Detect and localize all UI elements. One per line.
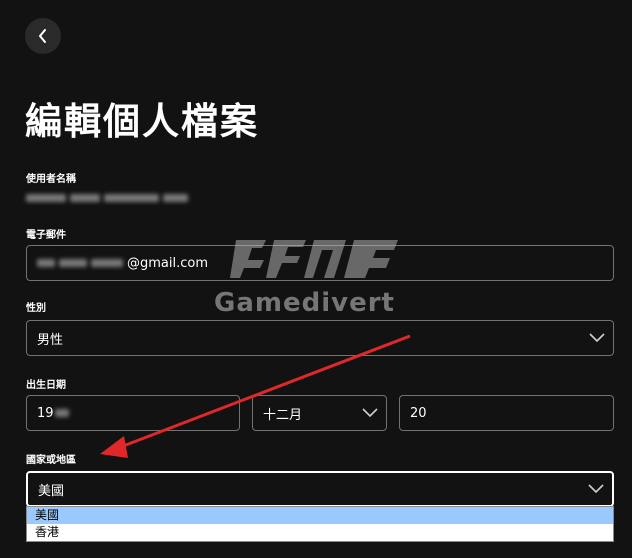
- country-label: 國家或地區: [26, 455, 76, 466]
- email-field[interactable]: @gmail.com: [26, 245, 614, 281]
- country-value: 美國: [38, 483, 65, 499]
- gender-select[interactable]: 男性: [26, 320, 614, 356]
- email-label: 電子郵件: [26, 230, 66, 241]
- country-option[interactable]: 美國: [27, 507, 613, 524]
- country-dropdown-list: 美國 香港: [26, 506, 614, 542]
- chevron-down-icon: [588, 484, 604, 494]
- email-domain: @gmail.com: [127, 255, 209, 271]
- watermark-text: Gamedivert: [214, 288, 395, 318]
- email-redacted: [37, 259, 55, 267]
- gender-value: 男性: [37, 332, 64, 348]
- birth-year-value: 19: [37, 405, 54, 421]
- username-value: [26, 190, 191, 206]
- page-title: 編輯個人檔案: [25, 100, 259, 143]
- birth-month-select[interactable]: 十二月: [252, 395, 387, 431]
- username-label: 使用者名稱: [26, 174, 76, 185]
- birth-day-value: 20: [410, 405, 427, 421]
- chevron-down-icon: [589, 333, 605, 343]
- chevron-down-icon: [362, 408, 378, 418]
- chevron-left-icon: [39, 29, 46, 43]
- back-button[interactable]: [25, 18, 61, 54]
- birth-month-value: 十二月: [263, 407, 303, 423]
- gender-label: 性別: [26, 303, 46, 314]
- country-option[interactable]: 香港: [27, 524, 613, 541]
- birthdate-label: 出生日期: [26, 380, 66, 391]
- birth-year-field[interactable]: 19: [26, 395, 240, 431]
- edit-profile-page: 編輯個人檔案 使用者名稱 電子郵件 @gmail.com 性別 男性 出生日期 …: [0, 0, 632, 558]
- birth-day-field[interactable]: 20: [399, 395, 614, 431]
- country-select[interactable]: 美國: [26, 471, 614, 507]
